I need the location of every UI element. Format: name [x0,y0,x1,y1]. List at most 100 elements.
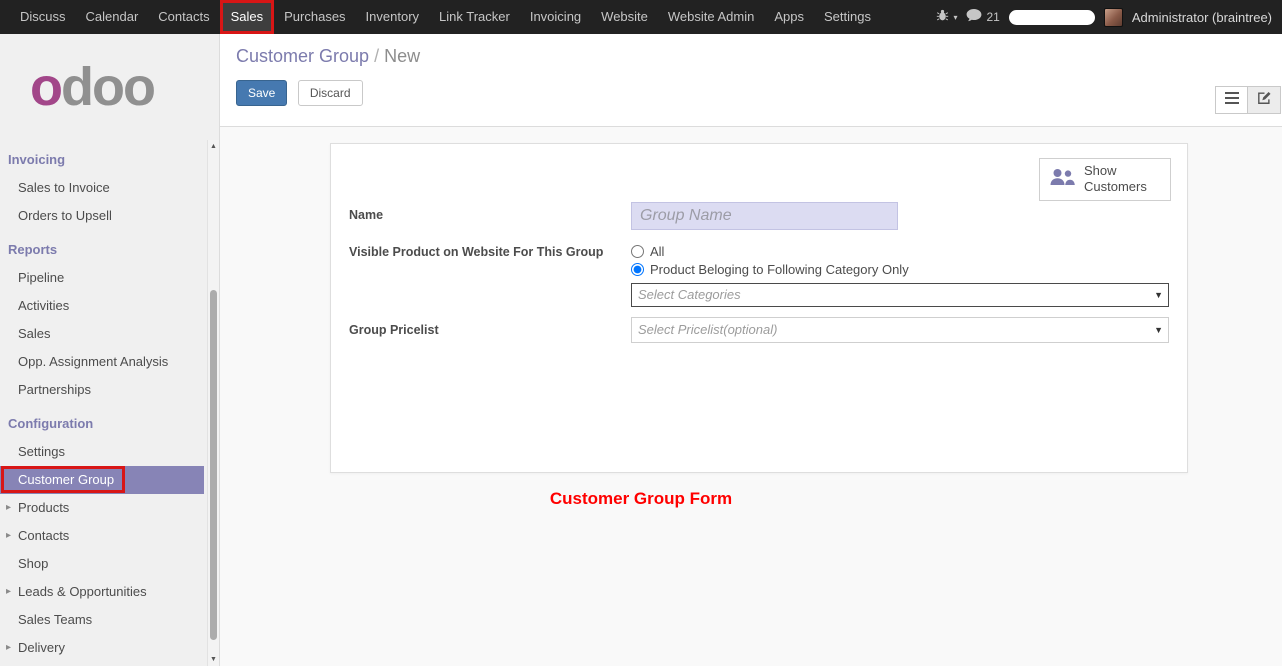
sidebar-item-leads-label: Leads & Opportunities [18,584,147,599]
expand-arrow-icon: ▸ [6,522,11,550]
chevron-down-icon: ▾ [953,13,957,22]
main-area: Customer Group/New Save Discard [220,34,1282,666]
chat-bubble-icon [966,9,982,25]
sidebar-item-opp-assignment-analysis[interactable]: Opp. Assignment Analysis [0,348,204,376]
control-panel: Customer Group/New Save Discard [220,34,1282,127]
pricelist-select-placeholder: Select Pricelist(optional) [638,322,777,337]
scroll-up-icon[interactable]: ▲ [208,143,219,150]
radio-category-input[interactable] [631,263,644,276]
list-view-button[interactable] [1215,86,1248,114]
categories-select[interactable]: Select Categories ▼ [631,283,1169,307]
bug-icon [936,9,949,25]
scrollbar-thumb[interactable] [210,290,217,640]
debug-menu-button[interactable]: ▾ [936,9,957,25]
avatar[interactable] [1104,8,1123,27]
visible-product-label: Visible Product on Website For This Grou… [349,244,631,307]
topbar-item-purchases[interactable]: Purchases [274,0,355,34]
discard-button[interactable]: Discard [298,80,363,106]
sidebar-item-leads-opportunities[interactable]: ▸ Leads & Opportunities [0,578,204,606]
topbar-item-discuss[interactable]: Discuss [10,0,76,34]
message-count-badge: 21 [986,10,999,24]
sidebar-item-delivery-label: Delivery [18,640,65,655]
topbar-item-invoicing[interactable]: Invoicing [520,0,591,34]
name-field-row: Name [349,202,1169,230]
form-sheet: Show Customers Name Visible Product on W… [330,143,1188,473]
sidebar-item-settings[interactable]: Settings [0,438,204,466]
topbar-item-calendar[interactable]: Calendar [76,0,149,34]
topbar-item-website-admin[interactable]: Website Admin [658,0,764,34]
pricelist-select[interactable]: Select Pricelist(optional) ▼ [631,317,1169,343]
messages-menu-button[interactable]: 21 [966,9,999,25]
progress-pill [1009,10,1095,25]
group-name-input[interactable] [631,202,898,230]
radio-all-input[interactable] [631,245,644,258]
breadcrumb-separator: / [369,46,384,66]
pricelist-field-row: Group Pricelist Select Pricelist(optiona… [349,317,1169,343]
sidebar-item-activities[interactable]: Activities [0,292,204,320]
expand-arrow-icon: ▸ [6,494,11,522]
topbar-systray: ▾ 21 Administrator (braintree) [936,0,1282,34]
topbar-item-website[interactable]: Website [591,0,658,34]
logo-letter-accent: o [30,57,61,117]
sidebar-item-products[interactable]: ▸ Products [0,494,204,522]
visible-product-field-row: Visible Product on Website For This Grou… [349,244,1169,307]
topbar-item-contacts[interactable]: Contacts [148,0,219,34]
users-icon [1049,168,1075,190]
form-view-button[interactable] [1248,86,1281,114]
sidebar-item-partnerships[interactable]: Partnerships [0,376,204,404]
odoo-app-window: Discuss Calendar Contacts Sales Purchase… [0,0,1282,666]
sidebar-item-customer-group[interactable]: Customer Group [0,466,204,494]
form-view-icon [1257,91,1272,110]
sidebar-item-sales[interactable]: Sales [0,320,204,348]
sidebar-item-contacts-label: Contacts [18,528,69,543]
topbar-item-inventory[interactable]: Inventory [356,0,429,34]
form-content: Show Customers Name Visible Product on W… [220,127,1282,666]
sidebar-heading-reports: Reports [0,230,219,264]
expand-arrow-icon: ▸ [6,634,11,662]
save-button[interactable]: Save [236,80,287,106]
show-customers-button[interactable]: Show Customers [1039,158,1171,201]
categories-select-placeholder: Select Categories [638,287,741,302]
topbar: Discuss Calendar Contacts Sales Purchase… [0,0,1282,34]
name-field-label: Name [349,202,631,230]
sidebar-heading-invoicing: Invoicing [0,140,219,174]
form-buttons: Save Discard [236,80,1266,106]
pricelist-label: Group Pricelist [349,317,631,343]
radio-category-label: Product Beloging to Following Category O… [650,262,909,277]
view-switcher [1215,86,1281,114]
radio-option-all[interactable]: All [631,244,1169,259]
sidebar-item-sales-teams[interactable]: Sales Teams [0,606,204,634]
breadcrumb-current: New [384,46,420,66]
user-menu[interactable]: Administrator (braintree) [1132,10,1272,25]
scroll-down-icon[interactable]: ▼ [208,656,219,663]
topbar-item-link-tracker[interactable]: Link Tracker [429,0,520,34]
app-body: odoo Invoicing Sales to Invoice Orders t… [0,34,1282,666]
sidebar: odoo Invoicing Sales to Invoice Orders t… [0,34,220,666]
breadcrumb: Customer Group/New [236,46,1266,67]
sidebar-scrollbar[interactable]: ▲ ▼ [207,140,219,666]
radio-all-label: All [650,244,664,259]
sidebar-heading-configuration: Configuration [0,404,219,438]
sidebar-item-customer-group-label: Customer Group [18,472,114,487]
sidebar-item-shop[interactable]: Shop [0,550,204,578]
topbar-menu: Discuss Calendar Contacts Sales Purchase… [0,0,881,34]
show-customers-label: Show Customers [1084,163,1161,196]
odoo-logo: odoo [0,34,219,140]
topbar-item-settings[interactable]: Settings [814,0,881,34]
radio-option-category[interactable]: Product Beloging to Following Category O… [631,262,1169,277]
topbar-item-sales[interactable]: Sales [220,0,275,34]
list-view-icon [1225,91,1239,109]
sidebar-item-products-label: Products [18,500,69,515]
topbar-item-apps[interactable]: Apps [764,0,814,34]
expand-arrow-icon: ▸ [6,578,11,606]
sidebar-menu: Invoicing Sales to Invoice Orders to Ups… [0,140,219,662]
logo-letters: doo [61,57,154,117]
sidebar-item-contacts[interactable]: ▸ Contacts [0,522,204,550]
sidebar-item-sales-to-invoice[interactable]: Sales to Invoice [0,174,204,202]
sidebar-item-pipeline[interactable]: Pipeline [0,264,204,292]
breadcrumb-parent-link[interactable]: Customer Group [236,46,369,66]
chevron-down-icon: ▼ [1154,318,1163,342]
sidebar-item-delivery[interactable]: ▸ Delivery [0,634,204,662]
chevron-down-icon: ▼ [1154,284,1163,306]
sidebar-item-orders-to-upsell[interactable]: Orders to Upsell [0,202,204,230]
